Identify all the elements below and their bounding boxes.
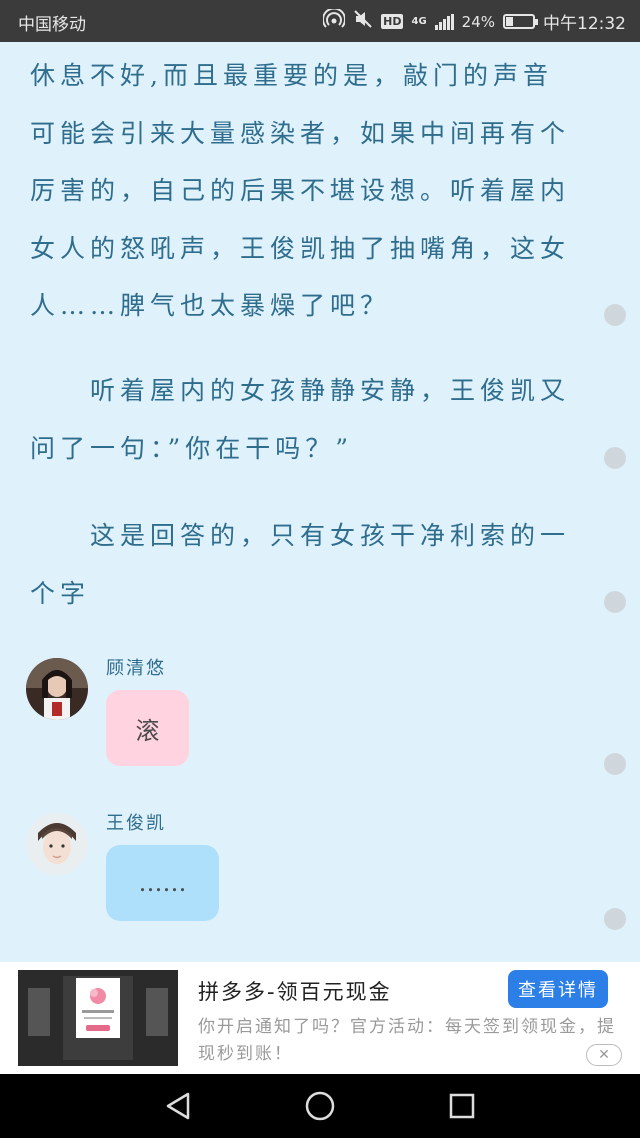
story-paragraph: 这是回答的，只有女孩干净利索的一个字: [30, 521, 571, 608]
system-nav-bar: [0, 1074, 640, 1138]
ad-banner[interactable]: 拼多多-领百元现金 查看详情 你开启通知了吗？官方活动：每天签到领现金，提现秒到…: [0, 962, 640, 1074]
story-content[interactable]: 休息不好,而且最重要的是，敲门的声音可能会引来大量感染者，如果中间再有个厉害的，…: [0, 42, 640, 962]
chat-sender-name: 王俊凯: [106, 813, 166, 834]
chat-bubble[interactable]: 滚: [106, 690, 189, 766]
paragraph-comment-dot[interactable]: [604, 447, 626, 469]
home-circle-icon[interactable]: [304, 1090, 336, 1122]
close-icon[interactable]: ✕: [586, 1044, 622, 1066]
ad-thumbnail[interactable]: [18, 970, 178, 1066]
avatar[interactable]: [26, 658, 88, 720]
story-paragraph: 听着屋内的女孩静静安静，王俊凯又问了一句：”你在干吗？”: [30, 376, 571, 463]
status-icons: HD 4G 24% 中午12:32: [322, 7, 626, 34]
battery-percent: 24%: [461, 12, 495, 31]
chat-bubble[interactable]: ……: [106, 845, 219, 921]
back-triangle-icon[interactable]: [162, 1090, 194, 1122]
mute-icon: [353, 9, 373, 34]
recents-square-icon[interactable]: [446, 1090, 478, 1122]
hd-icon: HD: [381, 14, 404, 29]
ad-details-button[interactable]: 查看详情: [508, 970, 608, 1008]
ad-description: 你开启通知了吗？官方活动：每天签到领现金，提现秒到账！: [198, 1017, 616, 1064]
chat-bubble-text: ……: [138, 869, 187, 897]
story-paragraph: 休息不好,而且最重要的是，敲门的声音可能会引来大量感染者，如果中间再有个厉害的，…: [30, 61, 571, 320]
carrier-label: 中国移动: [18, 15, 86, 35]
battery-fill: [506, 17, 513, 26]
chat-bubble-text: 滚: [135, 716, 160, 745]
network-label: 4G: [411, 16, 427, 27]
paragraph-comment-dot[interactable]: [604, 591, 626, 613]
chat-sender-name: 顾清悠: [106, 658, 166, 679]
paragraph-comment-dot[interactable]: [604, 753, 626, 775]
hotspot-icon: [322, 7, 347, 34]
ad-title: 拼多多-领百元现金: [198, 980, 392, 1004]
paragraph-comment-dot[interactable]: [604, 304, 626, 326]
status-bar: 中国移动 HD 4G 24% 中午12:32: [0, 0, 640, 42]
signal-icon: [434, 13, 454, 30]
paragraph-comment-dot[interactable]: [604, 908, 626, 930]
avatar[interactable]: [26, 813, 88, 875]
battery-icon: [503, 14, 538, 29]
clock: 中午12:32: [543, 14, 626, 34]
